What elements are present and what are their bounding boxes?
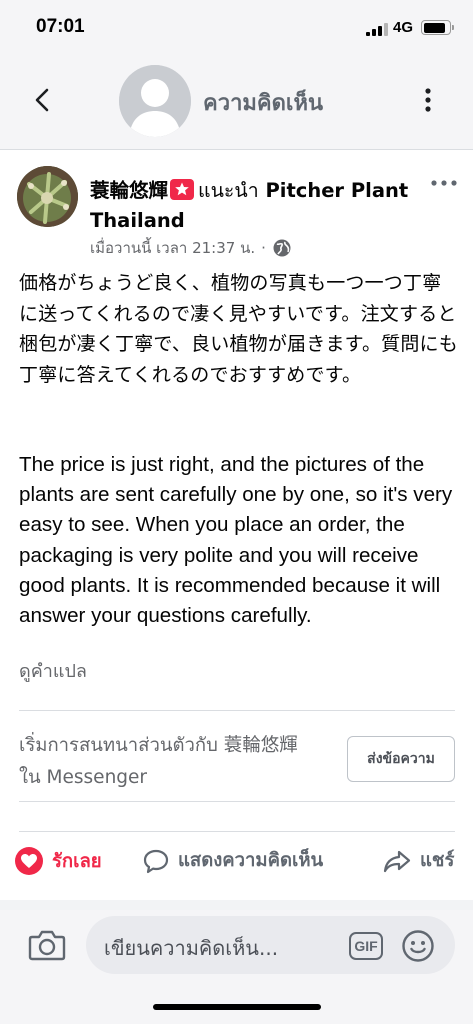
messenger-prompt: เริ่มการสนทนาส่วนตัวกับ 蓑輪悠輝 ใน Messenge… (19, 735, 298, 788)
author-avatar[interactable] (17, 166, 78, 227)
post-more-button[interactable] (430, 176, 458, 190)
post-text-english: The price is just right, and the picture… (19, 453, 453, 628)
share-arrow-icon (383, 850, 411, 872)
post-timestamp[interactable]: เมื่อวานนี้ เวลา 21:37 น. (90, 236, 255, 260)
recommends-label: แนะนำ (198, 179, 259, 202)
heart-icon (15, 847, 43, 875)
emoji-button[interactable] (401, 929, 435, 963)
default-profile-icon (119, 65, 191, 137)
gif-button[interactable]: GIF (349, 932, 383, 960)
share-button[interactable]: แชร์ (382, 846, 454, 875)
section-separator (0, 900, 473, 910)
send-message-button[interactable]: ส่งข้อความ (347, 736, 455, 782)
comment-label: แสดงความคิดเห็น (178, 850, 324, 871)
post-author-line: 蓑輪悠輝 แนะนำ Pitcher Plant Thailand (90, 176, 410, 236)
smiley-icon (402, 930, 434, 962)
battery-icon (421, 20, 454, 35)
comment-composer: เขียนความคิดเห็น... GIF (0, 910, 473, 1024)
divider (19, 801, 455, 802)
comment-button[interactable]: แสดงความคิดเห็น (142, 846, 323, 875)
comment-placeholder: เขียนความคิดเห็น... (104, 936, 279, 960)
more-options-button[interactable] (418, 82, 438, 118)
home-indicator (153, 1004, 321, 1010)
love-label: รักเลย (52, 850, 102, 872)
post-actions-bar: รักเลย แสดงความคิดเห็น แชร์ (0, 840, 473, 886)
camera-icon (28, 930, 66, 961)
plant-photo-image (17, 166, 78, 227)
share-label: แชร์ (420, 850, 455, 871)
status-bar: 07:01 4G (0, 0, 473, 52)
vertical-dots-icon (425, 88, 431, 112)
divider (19, 831, 455, 832)
signal-strength-icon (366, 22, 388, 36)
divider (19, 710, 455, 711)
chevron-left-icon (35, 88, 49, 112)
see-translation-link[interactable]: ดูคำแปล (19, 656, 87, 685)
meta-separator: · (261, 239, 266, 257)
network-type: 4G (393, 19, 414, 36)
header-avatar[interactable] (119, 65, 191, 137)
post-meta: เมื่อวานนี้ เวลา 21:37 น. · (90, 236, 292, 260)
globe-icon (273, 239, 291, 257)
status-time: 07:01 (36, 16, 85, 37)
love-reaction-button[interactable]: รักเลย (14, 846, 102, 876)
back-button[interactable] (28, 82, 58, 118)
horizontal-dots-icon (431, 180, 457, 186)
comment-input[interactable]: เขียนความคิดเห็น... GIF (86, 916, 455, 974)
page-title: ความคิดเห็น (203, 91, 323, 116)
author-name[interactable]: 蓑輪悠輝 (90, 179, 168, 202)
post-text-japanese: 価格がちょうど良く、植物の写真も一つ一つ丁寧に送ってくれるので凄く見やすいです。… (19, 272, 458, 386)
comment-bubble-icon (143, 849, 169, 873)
recommendation-star-icon (170, 179, 195, 200)
camera-button[interactable] (28, 928, 66, 962)
comments-header: ความคิดเห็น (0, 52, 473, 150)
